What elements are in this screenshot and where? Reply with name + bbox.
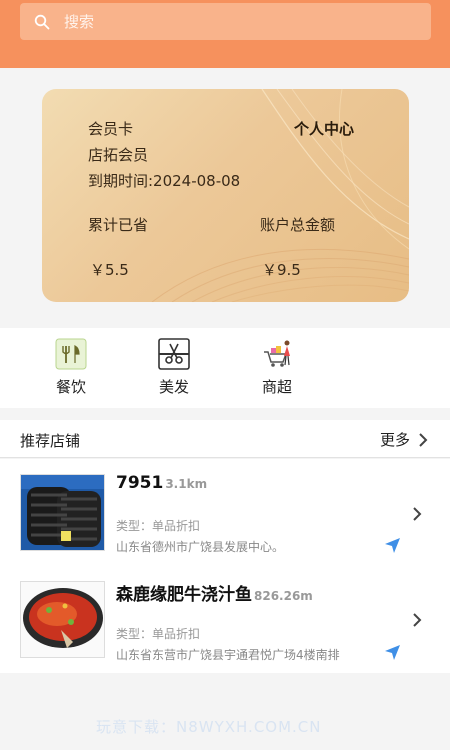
recommend-title: 推荐店铺 <box>20 432 81 450</box>
shop-name-line: 森鹿缘肥牛浇汁鱼 826.26m <box>116 580 313 605</box>
shop-image-fish-dish <box>20 581 105 658</box>
shop-name-line: 7951 3.1km <box>116 473 207 493</box>
shop-type: 类型：单品折扣 <box>116 519 201 533</box>
category-dining[interactable]: 餐饮 <box>41 338 101 397</box>
search-placeholder: 搜索 <box>64 13 95 31</box>
category-label: 美发 <box>158 378 189 396</box>
balance-value: ￥9.5 <box>262 261 301 279</box>
shop-item[interactable]: 7951 3.1km 类型：单品折扣 山东省德州市广饶县发展中心。 <box>0 459 450 566</box>
card-title: 会员卡 <box>88 120 134 138</box>
shop-list: 79513.1km 类型：单品折扣 山东省德州市广饶县发展中心。 森鹿缘肥牛浇 <box>0 459 450 673</box>
shop-distance: 3.1km <box>165 477 208 491</box>
supermarket-icon <box>264 340 290 367</box>
balance-label: 账户总金额 <box>260 216 336 234</box>
haircut-icon <box>158 338 190 370</box>
more-label: 更多 <box>379 431 410 449</box>
header-bar: 搜索 <box>0 0 450 68</box>
watermark: 玩意下载：N8WYXH.COM.CN <box>96 718 322 736</box>
chevron-right-icon[interactable] <box>412 506 422 522</box>
shop-name: 7951 <box>116 473 164 493</box>
shop-name: 森鹿缘肥牛浇汁鱼 <box>116 585 252 605</box>
member-card[interactable]: 会员卡 个人中心 店拓会员 到期时间:2024-08-08 累计已省 账户总金额… <box>42 89 409 302</box>
navigate-icon[interactable] <box>384 644 401 661</box>
chevron-right-icon <box>419 432 428 447</box>
expiry-date: 到期时间:2024-08-08 <box>88 172 241 190</box>
more-link[interactable]: 更多 <box>380 429 428 450</box>
dining-icon <box>55 338 87 370</box>
shop-address: 山东省德州市广饶县发展中心。 <box>116 540 285 554</box>
category-row: 餐饮 美发 商超 <box>0 328 450 408</box>
member-name: 店拓会员 <box>88 146 149 164</box>
shop-type: 类型：单品折扣 <box>116 627 201 641</box>
category-supermarket[interactable]: 商超 <box>247 338 307 397</box>
shop-item[interactable]: 森鹿缘肥牛浇汁鱼 826.26m 类型：单品折扣 山东省东营市广饶县宇通君悦广场4… <box>0 566 450 673</box>
category-hair[interactable]: 美发 <box>144 338 204 397</box>
chevron-right-icon[interactable] <box>412 612 422 628</box>
navigate-icon[interactable] <box>384 537 401 554</box>
shop-distance: 826.26m <box>254 589 313 603</box>
search-icon <box>34 14 50 29</box>
search-bar[interactable]: 搜索 <box>20 3 431 40</box>
shop-address: 山东省东营市广饶县宇通君悦广场4楼南排 <box>116 648 340 662</box>
personal-center-link[interactable]: 个人中心 <box>294 118 354 139</box>
category-label: 餐饮 <box>55 378 86 396</box>
saved-value: ￥5.5 <box>90 261 129 279</box>
shop-image-tires <box>20 474 105 551</box>
category-label: 商超 <box>261 378 292 396</box>
recommend-header: 推荐店铺 更多 <box>0 420 450 458</box>
saved-label: 累计已省 <box>88 216 149 234</box>
